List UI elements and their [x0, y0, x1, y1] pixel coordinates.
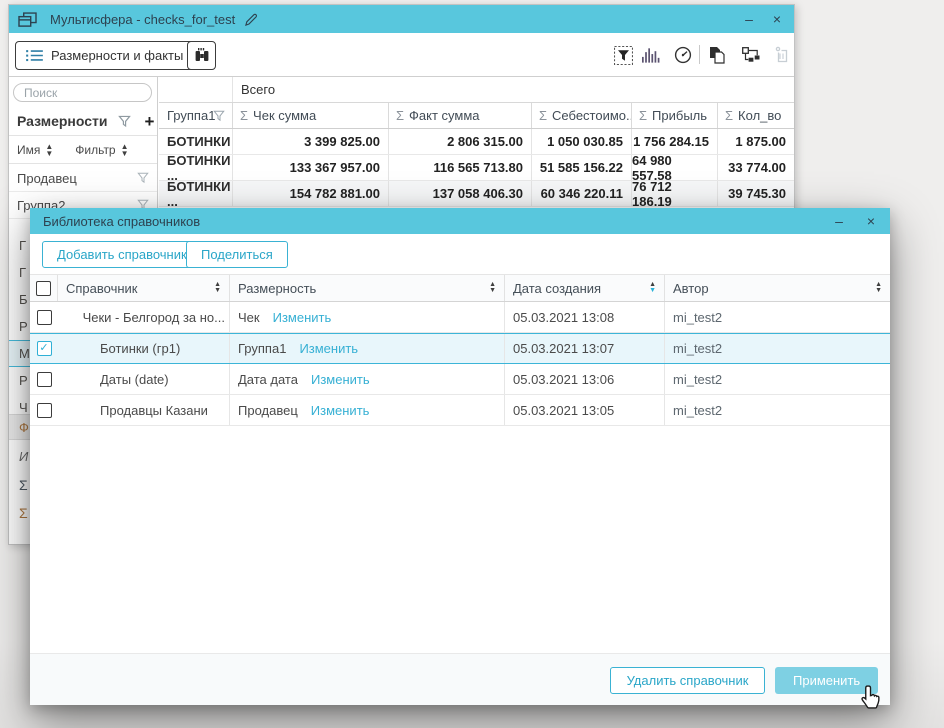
dialog-row-checkbox-0[interactable]: ✓	[37, 310, 52, 325]
select-all-column: ✓	[30, 275, 58, 301]
select-all-checkbox[interactable]: ✓	[36, 281, 51, 296]
dictionary-name: Чеки - Белгород за но...	[58, 302, 230, 332]
edit-title-icon[interactable]	[244, 12, 259, 27]
dimension-cell: Группа1 Изменить	[230, 334, 505, 363]
funnel-icon[interactable]	[137, 172, 149, 184]
column-header-author[interactable]: Автор	[665, 275, 890, 301]
dialog-titlebar: Библиотека справочников – ×	[30, 208, 890, 234]
gauge-icon[interactable]	[673, 45, 693, 65]
sidebar-columns-header: Имя Фильтр	[9, 136, 157, 164]
toolbar-separator	[699, 45, 700, 64]
name-sort-icon[interactable]	[45, 143, 53, 157]
search-input[interactable]	[13, 83, 152, 102]
dialog-table-header: ✓ Справочник Размерность Дата создания А…	[30, 274, 890, 302]
dimensions-title: Размерности	[17, 113, 108, 129]
pivot-rowdim-header[interactable]: Группа1	[159, 103, 233, 128]
hierarchy-layout-icon[interactable]	[741, 45, 761, 65]
sidebar-item-prodavec[interactable]: Продавец	[9, 165, 157, 192]
edit-link[interactable]: Изменить	[299, 341, 358, 356]
dimension-cell: Продавец Изменить	[230, 395, 505, 425]
list-icon	[26, 49, 43, 62]
pivot-total-cell[interactable]: Всего	[233, 77, 794, 102]
archive-disabled-icon	[771, 45, 791, 65]
dialog-row-2[interactable]: ✓ Даты (date) Дата дата Изменить 05.03.2…	[30, 364, 890, 395]
edit-link[interactable]: Изменить	[273, 310, 332, 325]
dialog-row-1[interactable]: ✓ Ботинки (гр1) Группа1 Изменить 05.03.2…	[30, 333, 890, 364]
edit-link[interactable]: Изменить	[311, 372, 370, 387]
pivot-header-row: Группа1 ΣЧек сумма ΣФакт сумма ΣСебестои…	[159, 103, 794, 129]
close-button[interactable]: ×	[766, 8, 788, 30]
search-binoculars-button[interactable]	[187, 41, 216, 70]
sort-icon[interactable]	[875, 282, 882, 294]
pivot-total-row: Всего	[159, 77, 794, 103]
delete-dictionary-button[interactable]: Удалить справочник	[610, 667, 765, 694]
share-button[interactable]: Поделиться	[186, 241, 288, 268]
apply-button[interactable]: Применить	[775, 667, 878, 694]
dimensions-facts-label: Размерности и факты	[51, 48, 183, 63]
dictionary-name: Даты (date)	[58, 364, 230, 394]
dialog-close-button[interactable]: ×	[860, 210, 882, 232]
pivot-data-row[interactable]: БОТИНКИ ... 133 367 957.00 116 565 713.8…	[159, 155, 794, 181]
main-titlebar: Мультисфера - checks_for_test – ×	[9, 5, 794, 33]
library-dialog: Библиотека справочников – × Добавить спр…	[30, 208, 890, 705]
pivot-corner-cell	[159, 77, 233, 102]
window-title: Мультисфера - checks_for_test	[50, 12, 235, 27]
bar-chart-icon[interactable]	[642, 45, 662, 65]
edit-link[interactable]: Изменить	[311, 403, 370, 418]
dimension-cell: Дата дата Изменить	[230, 364, 505, 394]
dialog-row-3[interactable]: ✓ Продавцы Казани Продавец Изменить 05.0…	[30, 395, 890, 426]
column-header-dictionary[interactable]: Справочник	[58, 275, 230, 301]
dialog-row-checkbox-2[interactable]: ✓	[37, 372, 52, 387]
dialog-actions: Добавить справочник Поделиться	[30, 234, 890, 274]
dialog-row-0[interactable]: ✓ Чеки - Белгород за но... Чек Изменить …	[30, 302, 890, 333]
pivot-measure-header[interactable]: ΣЧек сумма	[233, 103, 389, 128]
dialog-footer: Удалить справочник Применить	[30, 653, 890, 705]
created-date: 05.03.2021 13:07	[505, 334, 665, 363]
created-date: 05.03.2021 13:08	[505, 302, 665, 332]
binoculars-icon	[194, 48, 210, 63]
pivot-measure-header[interactable]: ΣКол_во	[718, 103, 794, 128]
funnel-icon[interactable]	[213, 110, 225, 122]
column-header-date[interactable]: Дата создания	[505, 275, 665, 301]
author: mi_test2	[665, 364, 890, 394]
filter-column-label[interactable]: Фильтр	[75, 143, 115, 157]
pivot-measure-header[interactable]: ΣПрибыль	[632, 103, 718, 128]
dialog-title: Библиотека справочников	[43, 214, 200, 229]
sidebar-item-label: Продавец	[17, 171, 77, 186]
created-date: 05.03.2021 13:06	[505, 364, 665, 394]
add-dictionary-button[interactable]: Добавить справочник	[42, 241, 202, 268]
dimensions-facts-button[interactable]: Размерности и факты	[15, 41, 194, 70]
author: mi_test2	[665, 395, 890, 425]
filter-sort-icon[interactable]	[121, 143, 129, 157]
author: mi_test2	[665, 334, 890, 363]
dialog-row-checkbox-3[interactable]: ✓	[37, 403, 52, 418]
app-cascade-icon	[18, 11, 37, 28]
pivot-measure-header[interactable]: ΣСебестоимо...	[532, 103, 632, 128]
pivot-data-row[interactable]: БОТИНКИ ... 154 782 881.00 137 058 406.3…	[159, 181, 794, 207]
dialog-row-checkbox-1[interactable]: ✓	[37, 341, 52, 356]
author: mi_test2	[665, 302, 890, 332]
dimensions-filter-icon[interactable]	[118, 115, 131, 128]
dialog-minimize-button[interactable]: –	[828, 210, 850, 232]
copy-sheets-icon[interactable]	[707, 45, 727, 65]
main-toolbar: Размерности и факты	[9, 33, 794, 77]
created-date: 05.03.2021 13:05	[505, 395, 665, 425]
dimensions-section-header: Размерности +	[9, 107, 157, 136]
column-header-dimension[interactable]: Размерность	[230, 275, 505, 301]
dimension-cell: Чек Изменить	[230, 302, 505, 332]
sort-icon[interactable]	[489, 282, 496, 294]
filter-selection-icon[interactable]	[613, 45, 633, 65]
name-column-label[interactable]: Имя	[17, 143, 40, 157]
pivot-data-row[interactable]: БОТИНКИ 3 399 825.00 2 806 315.00 1 050 …	[159, 129, 794, 155]
minimize-button[interactable]: –	[738, 8, 760, 30]
add-dimension-icon[interactable]: +	[145, 113, 155, 130]
dictionary-name: Ботинки (гр1)	[58, 334, 230, 363]
screen: Мультисфера - checks_for_test – × Размер…	[0, 0, 944, 728]
sort-icon-desc-active[interactable]	[649, 282, 656, 294]
sort-icon[interactable]	[214, 282, 221, 294]
dictionary-name: Продавцы Казани	[58, 395, 230, 425]
pivot-measure-header[interactable]: ΣФакт сумма	[389, 103, 532, 128]
